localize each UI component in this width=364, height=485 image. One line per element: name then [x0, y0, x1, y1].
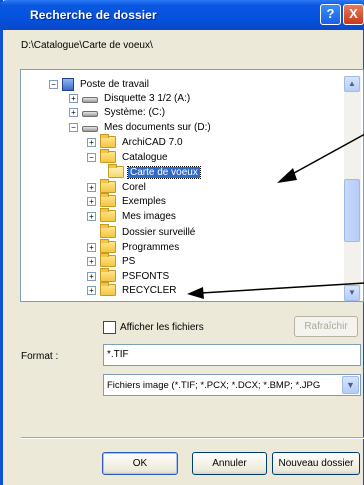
- help-button[interactable]: ?: [320, 4, 341, 25]
- tree-item-dossier-surveille[interactable]: Dossier surveillé: [100, 224, 197, 239]
- expand-icon[interactable]: +: [87, 211, 96, 221]
- tree-item-label: Exemples: [122, 195, 166, 207]
- expand-icon[interactable]: +: [69, 107, 78, 117]
- folder-icon: [100, 253, 116, 267]
- tree-item-label: RECYCLER: [122, 284, 177, 296]
- computer-icon: [62, 77, 74, 91]
- expand-icon[interactable]: +: [87, 196, 96, 206]
- tree-item-label: Programmes: [122, 241, 180, 253]
- tree-item-ps[interactable]: + PS: [87, 253, 137, 268]
- tree-item-poste-de-travail[interactable]: − Poste de travail: [49, 77, 151, 91]
- folder-icon: [100, 149, 116, 163]
- window-title: Recherche de dossier: [30, 8, 157, 22]
- chevron-down-icon[interactable]: ▼: [342, 376, 359, 394]
- tree-item-recycler[interactable]: + RECYCLER: [87, 282, 178, 297]
- tree-item-systeme[interactable]: + Système: (C:): [69, 105, 167, 119]
- divider: [21, 437, 364, 439]
- folder-icon: [100, 268, 116, 282]
- expand-icon[interactable]: +: [87, 242, 96, 252]
- tree-item-label: Carte de voeux: [127, 165, 201, 179]
- file-type-select[interactable]: Fichiers image (*.TIF; *.PCX; *.DCX; *.B…: [103, 374, 361, 396]
- tree-item-label: Mes documents sur (D:): [104, 121, 211, 133]
- tree-item-label: Corel: [122, 181, 146, 193]
- collapse-icon[interactable]: −: [49, 79, 58, 89]
- format-label: Format :: [21, 351, 59, 362]
- show-files-label: Afficher les fichiers: [120, 322, 204, 333]
- expand-icon[interactable]: +: [87, 137, 96, 147]
- folder-icon: [100, 193, 116, 207]
- title-bar[interactable]: Recherche de dossier ? X: [0, 0, 364, 30]
- format-input[interactable]: *.TIF: [103, 344, 361, 366]
- tree-item-label: Système: (C:): [104, 106, 166, 118]
- folder-icon: [100, 282, 116, 296]
- new-folder-button[interactable]: Nouveau dossier: [272, 452, 360, 475]
- folder-browse-dialog: Recherche de dossier ? X D:\Catalogue\Ca…: [0, 0, 364, 485]
- ok-button[interactable]: OK: [102, 452, 178, 475]
- callout-arrow-icon: [187, 282, 364, 299]
- tree-item-corel[interactable]: + Corel: [87, 179, 148, 194]
- tree-item-label: Poste de travail: [80, 78, 149, 90]
- tree-item-exemples[interactable]: + Exemples: [87, 193, 168, 208]
- expand-icon[interactable]: +: [87, 285, 96, 295]
- expand-icon[interactable]: +: [87, 271, 96, 281]
- close-button[interactable]: X: [343, 4, 364, 25]
- expand-icon[interactable]: +: [87, 182, 96, 192]
- cancel-button[interactable]: Annuler: [192, 452, 267, 475]
- collapse-icon[interactable]: −: [87, 152, 96, 162]
- tree-item-label: PS: [122, 255, 136, 267]
- callout-arrow-icon: [277, 133, 364, 183]
- expand-icon[interactable]: +: [87, 256, 96, 266]
- tree-item-psfonts[interactable]: + PSFONTS: [87, 268, 171, 283]
- tree-item-label: ArchiCAD 7.0: [122, 136, 183, 148]
- scroll-up-icon[interactable]: ▲: [344, 76, 360, 92]
- folder-icon: [100, 179, 116, 193]
- drive-icon: [82, 96, 98, 103]
- tree-item-mes-images[interactable]: + Mes images: [87, 208, 178, 223]
- tree-item-label: Catalogue: [122, 151, 168, 163]
- show-files-checkbox-row[interactable]: Afficher les fichiers: [103, 321, 204, 334]
- tree-item-label: Mes images: [122, 210, 176, 222]
- collapse-icon[interactable]: −: [69, 122, 78, 132]
- tree-item-label: PSFONTS: [122, 270, 170, 282]
- tree-item-label: Disquette 3 1/2 (A:): [104, 92, 191, 104]
- folder-icon: [100, 208, 116, 222]
- selected-path-label: D:\Catalogue\Carte de voeux\: [21, 40, 153, 51]
- tree-item-label: Dossier surveillé: [122, 226, 196, 238]
- folder-icon: [100, 224, 116, 238]
- tree-item-mes-documents[interactable]: − Mes documents sur (D:): [69, 120, 213, 134]
- refresh-button[interactable]: Rafraîchir: [294, 316, 358, 337]
- tree-item-disquette[interactable]: + Disquette 3 1/2 (A:): [69, 91, 192, 105]
- tree-item-catalogue[interactable]: − Catalogue: [87, 149, 170, 164]
- drive-icon: [82, 125, 98, 132]
- tree-item-programmes[interactable]: + Programmes: [87, 239, 181, 254]
- tree-item-carte-de-voeux[interactable]: Carte de voeux: [108, 164, 201, 179]
- tree-item-archicad[interactable]: + ArchiCAD 7.0: [87, 134, 185, 149]
- file-type-value: Fichiers image (*.TIF; *.PCX; *.DCX; *.B…: [107, 380, 321, 391]
- show-files-checkbox[interactable]: [103, 321, 116, 334]
- expand-icon[interactable]: +: [69, 93, 78, 103]
- folder-icon: [100, 239, 116, 253]
- open-folder-icon: [108, 164, 124, 178]
- folder-icon: [100, 134, 116, 148]
- drive-icon: [82, 110, 98, 117]
